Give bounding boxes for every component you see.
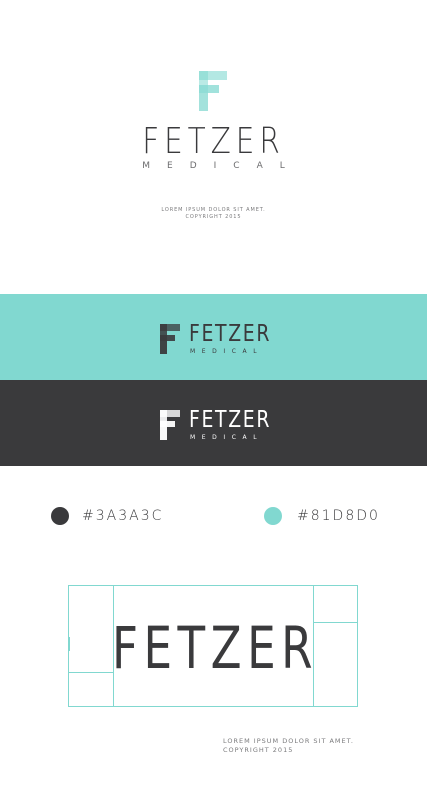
copyright-line-2: COPYRIGHT 2015 xyxy=(223,746,294,754)
construction-grid: FETZER xyxy=(68,585,358,707)
copyright-block-bottom: LOREM IPSUM DOLOR SIT AMET. COPYRIGHT 20… xyxy=(223,737,354,755)
copyright-line-1: LOREM IPSUM DOLOR SIT AMET. xyxy=(161,207,266,213)
band-tagline: MEDICAL xyxy=(190,348,264,355)
band-wordmark: FETZER xyxy=(189,321,272,347)
grid-wordmark: FETZER xyxy=(112,614,319,682)
brand-wordmark: FETZER xyxy=(142,121,285,162)
copyright-line-2: COPYRIGHT 2015 xyxy=(185,214,242,220)
copyright-line-1: LOREM IPSUM DOLOR SIT AMET. xyxy=(223,737,354,745)
f-monogram-icon xyxy=(199,71,227,111)
f-monogram-icon xyxy=(160,410,180,440)
swatch-teal xyxy=(264,507,282,525)
logo-on-dark-band: FETZER MEDICAL xyxy=(0,380,427,466)
swatch-dark-label: #3A3A3C xyxy=(82,508,164,524)
band-logo-dark: FETZER MEDICAL xyxy=(160,407,300,442)
band-logo-teal: FETZER MEDICAL xyxy=(160,321,300,356)
swatch-teal-label: #81D8D0 xyxy=(297,508,380,524)
f-monogram-icon xyxy=(160,324,180,354)
band-wordmark: FETZER xyxy=(189,407,272,433)
copyright-block-top: LOREM IPSUM DOLOR SIT AMET. COPYRIGHT 20… xyxy=(0,207,427,221)
logo-on-teal-band: FETZER MEDICAL xyxy=(0,294,427,380)
brand-tagline: MEDICAL xyxy=(142,161,302,171)
swatch-dark xyxy=(51,507,69,525)
band-tagline: MEDICAL xyxy=(190,434,264,441)
